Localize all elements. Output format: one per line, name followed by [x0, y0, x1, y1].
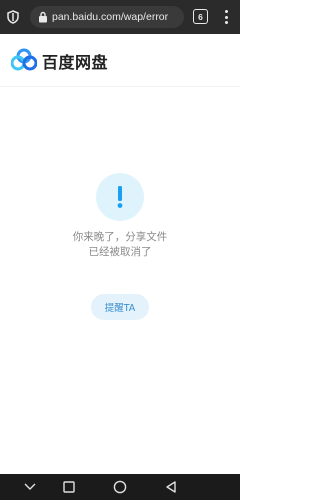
system-nav-bar — [0, 474, 240, 500]
url-text: pan.baidu.com/wap/error — [52, 11, 169, 23]
tabs-icon[interactable]: 6 — [193, 9, 208, 24]
browser-toolbar: pan.baidu.com/wap/error 6 — [0, 0, 240, 34]
down-chevron-icon[interactable] — [22, 479, 38, 495]
brand-name: 百度网盘 — [42, 53, 109, 72]
error-message-line1: 你来晚了，分享文件 — [72, 231, 168, 243]
more-vert-icon[interactable] — [219, 8, 233, 26]
remind-button[interactable]: 提醒TA — [91, 294, 149, 320]
address-bar[interactable]: pan.baidu.com/wap/error — [30, 6, 184, 28]
home-circle-icon[interactable] — [112, 479, 128, 495]
recents-square-icon[interactable] — [61, 479, 77, 495]
shield-icon[interactable] — [0, 0, 26, 34]
baidu-netdisk-logo[interactable] — [10, 48, 38, 72]
app-header: 百度网盘 — [0, 34, 240, 87]
back-triangle-icon[interactable] — [163, 479, 179, 495]
exclamation-icon — [96, 173, 144, 221]
lock-icon — [34, 6, 52, 28]
error-content: 你来晚了，分享文件 已经被取消了 提醒TA — [0, 88, 240, 474]
error-message-line2: 已经被取消了 — [88, 246, 152, 258]
